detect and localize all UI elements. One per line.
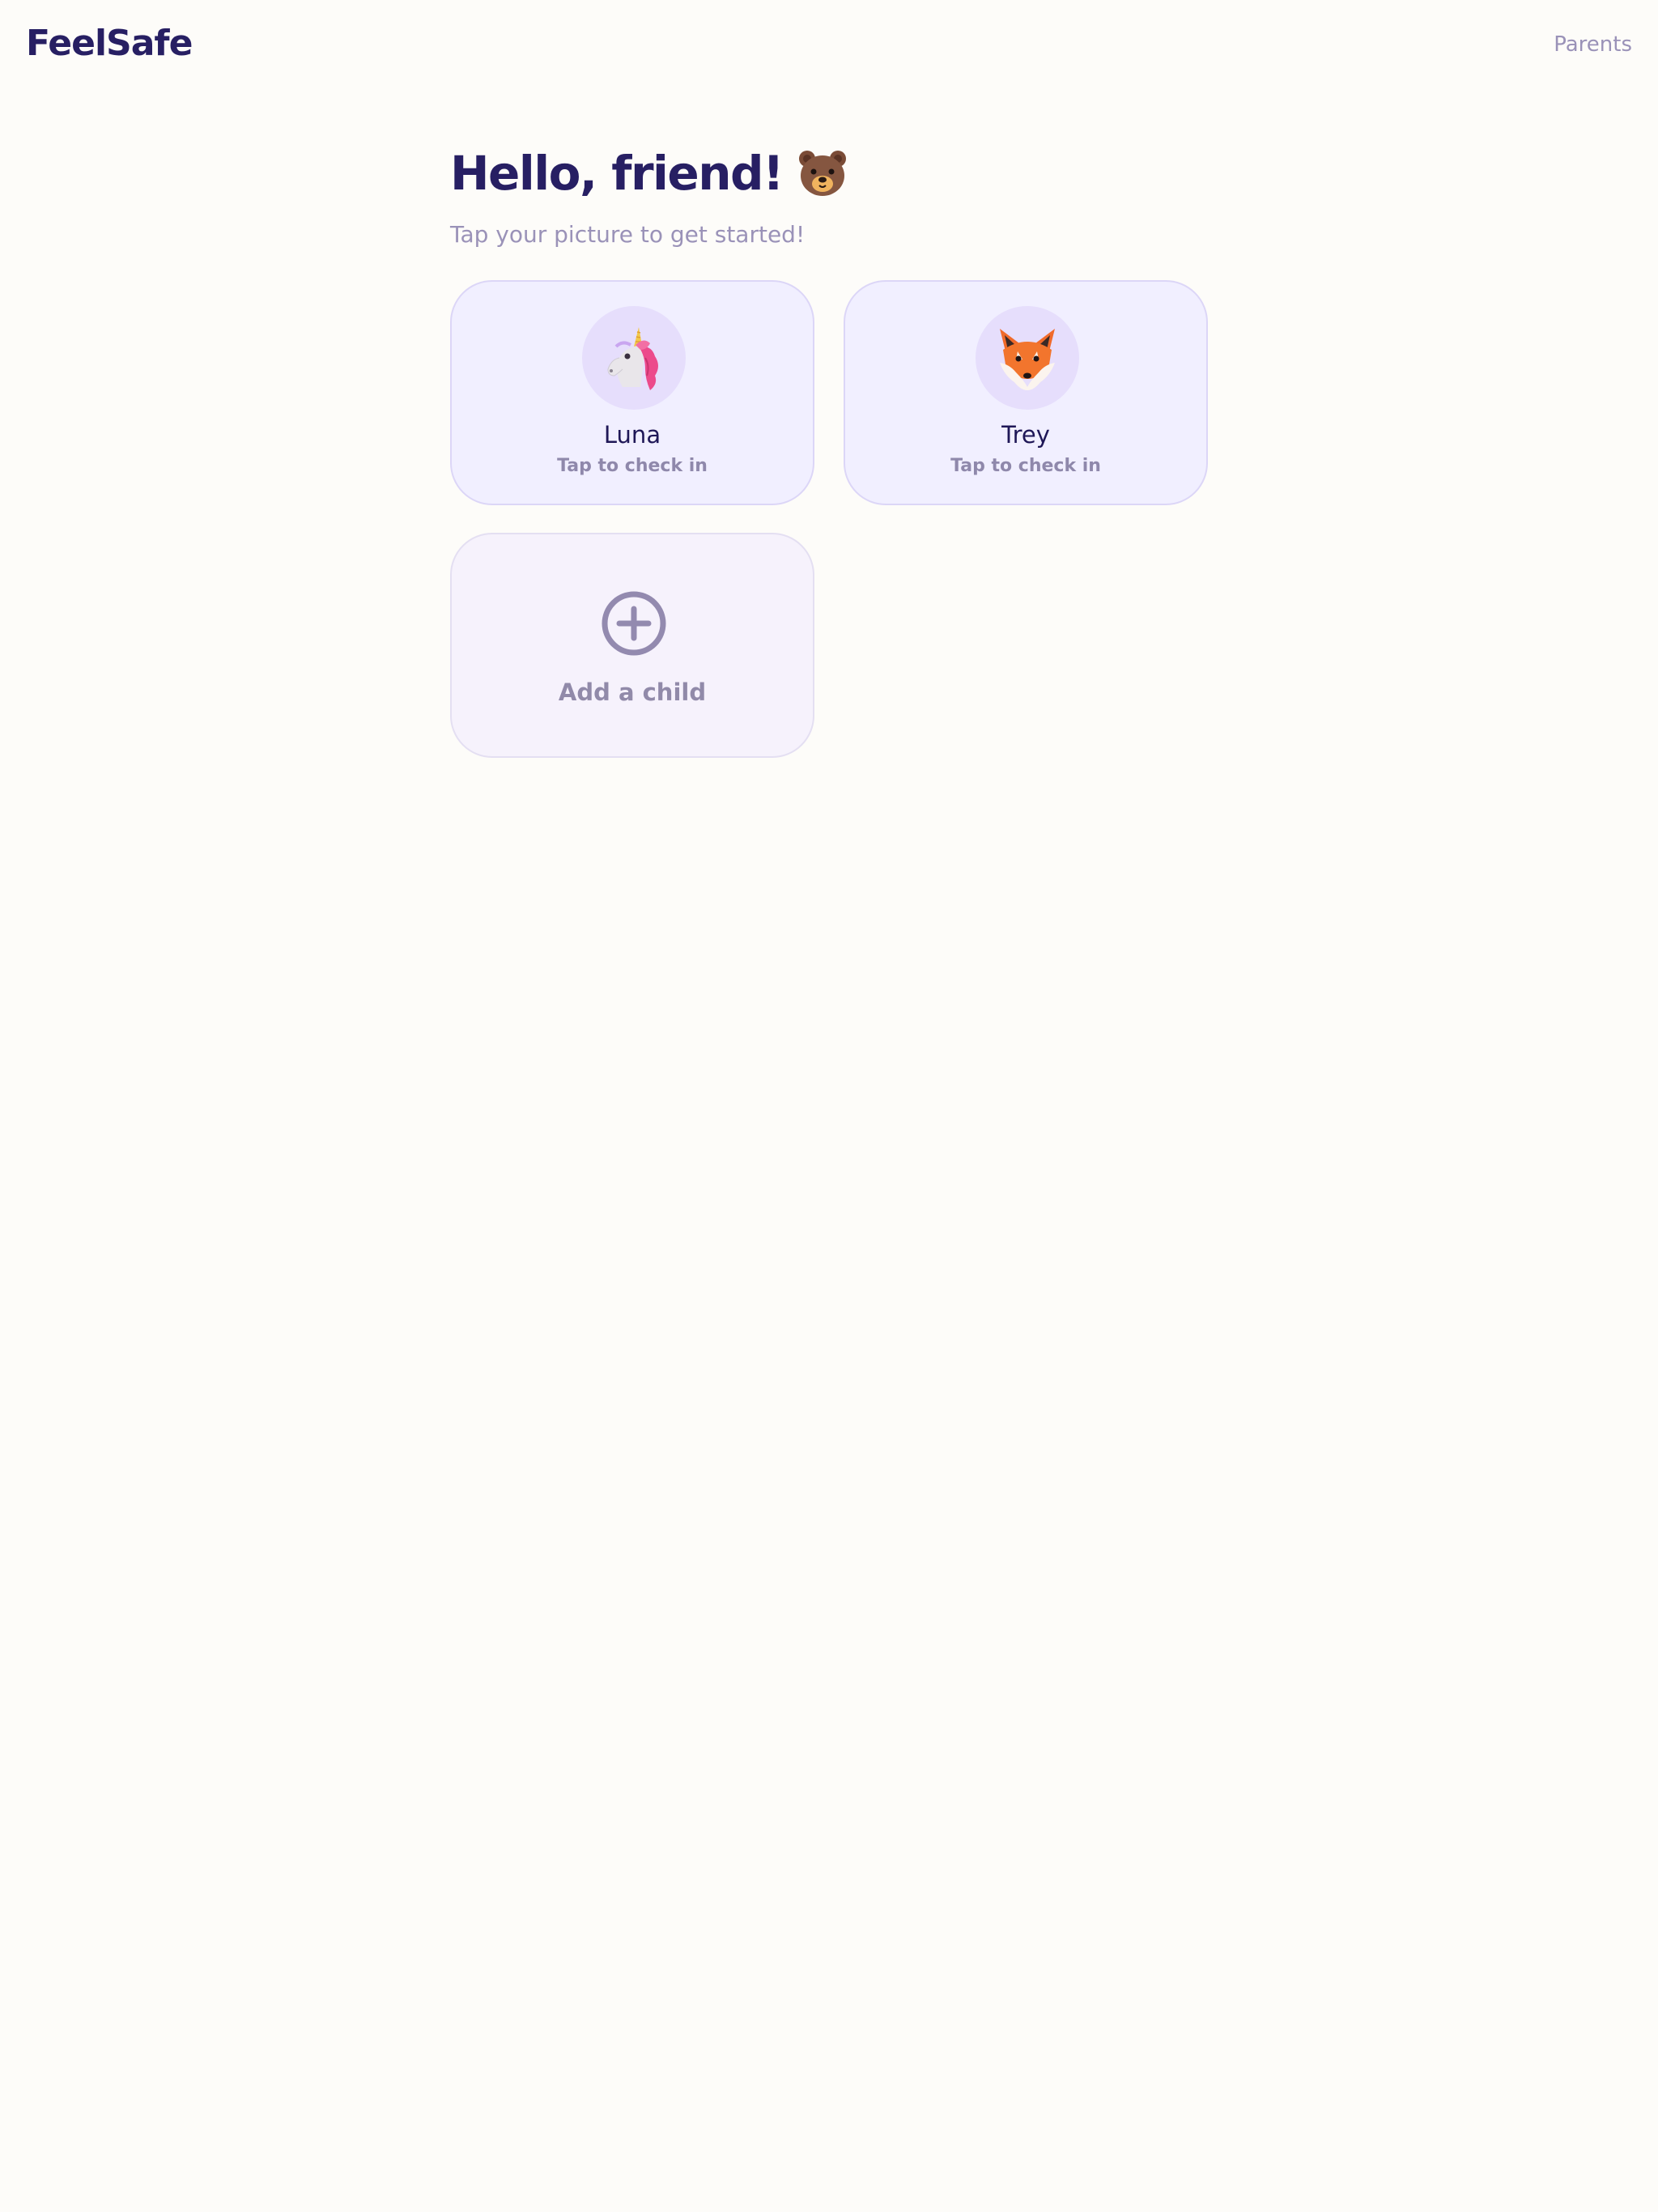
page-subtitle: Tap your picture to get started!	[450, 221, 806, 248]
plus-circle-icon	[602, 591, 666, 656]
fox-icon	[1000, 329, 1055, 390]
add-child-label: Add a child	[558, 678, 707, 706]
child-hint: Tap to check in	[950, 456, 1101, 476]
greeting-text: Hello, friend!	[450, 146, 784, 201]
unicorn-icon	[607, 327, 658, 390]
child-hint: Tap to check in	[557, 456, 708, 476]
parents-link[interactable]: Parents	[1554, 32, 1632, 57]
add-child-button[interactable]: Add a child	[450, 533, 814, 758]
child-card-luna[interactable]: Luna Tap to check in	[450, 280, 814, 505]
child-name: Luna	[603, 421, 661, 449]
page-title: Hello, friend!	[450, 138, 1208, 209]
child-name: Trey	[1001, 421, 1050, 449]
avatar	[582, 306, 686, 410]
app-logo: FeelSafe	[26, 23, 193, 64]
child-card-trey[interactable]: Trey Tap to check in	[844, 280, 1208, 505]
main-content: Hello, friend! Tap your picture to get s…	[450, 138, 1208, 758]
top-bar: FeelSafe Parents	[0, 0, 1658, 89]
bear-face-icon	[796, 147, 849, 200]
avatar	[976, 306, 1079, 410]
